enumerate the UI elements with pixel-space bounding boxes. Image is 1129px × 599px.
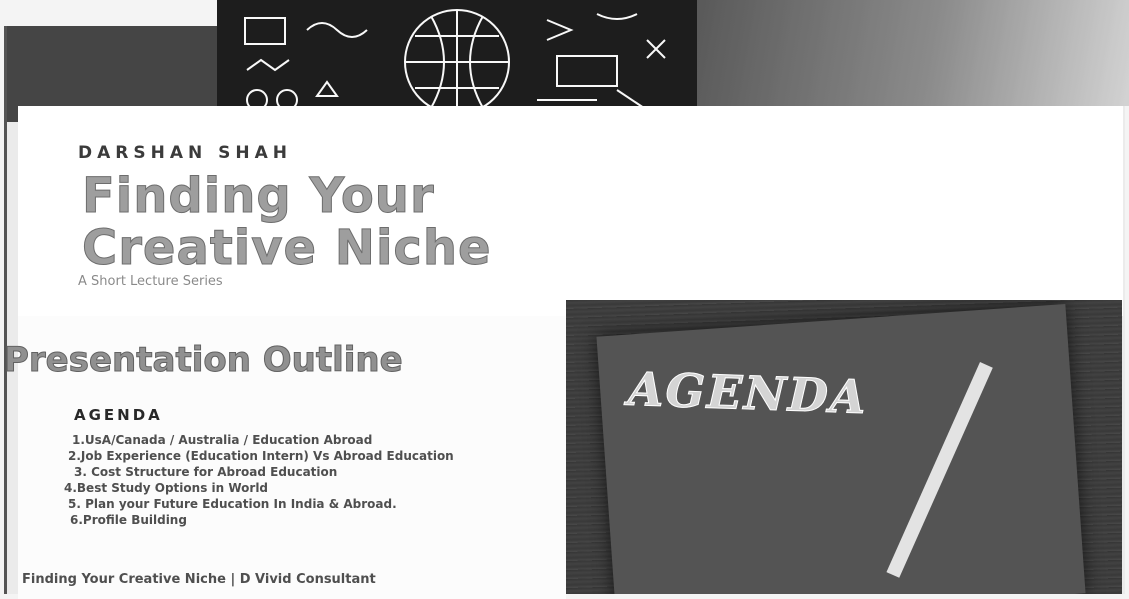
slide-title-line-2: Creative Niche	[82, 220, 492, 276]
agenda-book-photo	[566, 300, 1122, 594]
agenda-item: 4.Best Study Options in World	[64, 481, 269, 495]
agenda-item: 2.Job Experience (Education Intern) Vs A…	[68, 449, 454, 463]
author-name: DARSHAN SHAH	[78, 143, 292, 163]
outline-heading: Presentation Outline	[4, 340, 404, 381]
chalkboard-doodle-image	[217, 0, 697, 122]
agenda-item: 3. Cost Structure for Abroad Education	[74, 465, 338, 479]
agenda-item: 1.UsA/Canada / Australia / Education Abr…	[72, 433, 373, 447]
agenda-book-title: AGENDA	[627, 361, 869, 425]
agenda-item: 5. Plan your Future Education In India &…	[68, 497, 397, 511]
agenda-book	[596, 303, 1086, 594]
agenda-list: 1.UsA/Canada / Australia / Education Abr…	[24, 432, 544, 528]
slide-title: Finding Your Creative Niche	[82, 168, 492, 276]
slide-subtitle: A Short Lecture Series	[78, 274, 223, 289]
slide-footer: Finding Your Creative Niche | D Vivid Co…	[22, 572, 376, 587]
laptop-photo-top-right	[697, 0, 1129, 106]
slide-title-line-1: Finding Your	[82, 168, 435, 224]
agenda-heading: AGENDA	[74, 406, 163, 424]
agenda-item: 6.Profile Building	[70, 513, 187, 527]
